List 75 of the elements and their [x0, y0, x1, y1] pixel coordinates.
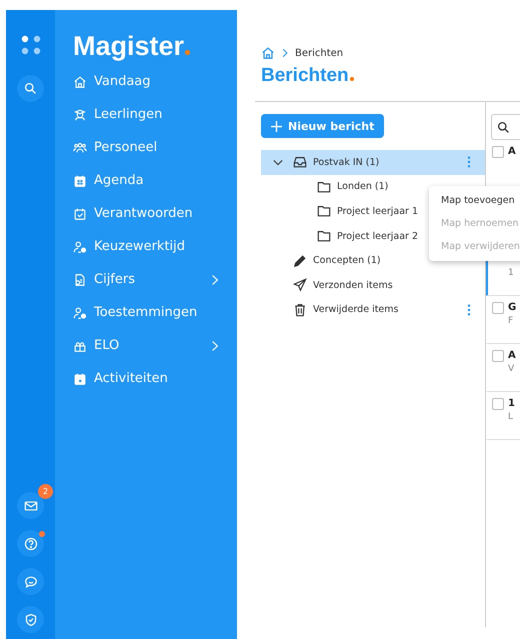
checkbox[interactable] — [492, 302, 504, 314]
search-button[interactable] — [17, 75, 44, 102]
folder-label: Londen (1) — [337, 181, 388, 192]
checkbox[interactable] — [492, 398, 504, 410]
search-field[interactable] — [491, 114, 520, 140]
nav-label: Leerlingen — [94, 107, 162, 122]
page-title: Berichten — [261, 65, 354, 87]
search-icon — [24, 82, 37, 95]
message-row[interactable]: G F — [486, 296, 520, 344]
folder-label: Verzonden items — [313, 280, 393, 291]
checkbox[interactable] — [492, 146, 504, 158]
folder-icon — [317, 229, 331, 244]
home-icon[interactable] — [261, 46, 275, 60]
calendar-check-icon — [73, 206, 87, 220]
people-icon — [73, 140, 87, 154]
folder-label: Project leerjaar 1 — [337, 206, 418, 217]
home-icon — [73, 74, 87, 88]
folder-label: Project leerjaar 2 — [337, 230, 418, 242]
nav-label: Agenda — [94, 173, 144, 188]
message-row[interactable]: 1 L — [486, 392, 520, 440]
chevron-right-icon — [211, 274, 219, 286]
notification-badge: 2 — [38, 484, 53, 499]
calendar-icon — [73, 372, 87, 386]
chevron-down-icon[interactable] — [273, 158, 283, 166]
nav-label: Toestemmingen — [94, 305, 198, 320]
nav-label: Cijfers — [94, 272, 135, 287]
folder-icon — [317, 204, 331, 218]
message-title: G — [508, 302, 516, 314]
folder-label: Verwijderde items — [313, 304, 398, 316]
message-preview: L — [508, 412, 514, 422]
nav-label: Verantwoorden — [94, 206, 193, 221]
nav-label: Activiteiten — [94, 371, 168, 386]
paper-plane-icon — [293, 278, 307, 292]
message-title: 1 — [508, 398, 515, 410]
mail-button[interactable] — [17, 492, 44, 519]
message-title: A — [508, 350, 516, 362]
nav-label: Keuzewerktijd — [94, 239, 186, 254]
chevron-right-icon — [282, 48, 288, 58]
more-icon[interactable] — [467, 304, 471, 316]
search-icon — [497, 120, 510, 134]
folder-label: Concepten (1) — [313, 255, 381, 266]
folder-row[interactable]: Postvak IN (1) — [261, 150, 485, 175]
message-row[interactable]: A V — [486, 344, 520, 392]
folder-row[interactable]: Verwijderde items — [261, 298, 485, 322]
plus-icon — [271, 120, 282, 132]
student-icon — [73, 108, 87, 122]
nav-label: ELO — [94, 338, 120, 353]
nav-label: Vandaag — [94, 74, 151, 89]
inbox-icon — [293, 155, 307, 170]
pencil-icon — [293, 254, 307, 268]
nav-label: Personeel — [94, 140, 158, 155]
document-icon — [73, 272, 87, 286]
trash-icon — [293, 302, 307, 317]
shield-button[interactable] — [17, 606, 44, 633]
message-preview: V — [508, 364, 516, 374]
folder-icon — [317, 180, 331, 194]
folder-row[interactable]: Verzonden items — [261, 272, 485, 298]
logo: Magister — [73, 30, 190, 62]
chevron-right-icon — [211, 340, 219, 352]
more-icon[interactable] — [467, 156, 471, 168]
folder-label: Postvak IN (1) — [313, 156, 380, 168]
envelope-icon — [24, 498, 38, 512]
shield-check-icon — [24, 612, 38, 626]
checkbox[interactable] — [492, 350, 504, 362]
chat-button[interactable] — [17, 568, 44, 595]
message-preview: F — [508, 316, 514, 326]
calendar-icon — [73, 174, 87, 188]
help-button[interactable] — [17, 530, 44, 557]
chat-bubble-icon — [24, 574, 38, 588]
breadcrumb-item[interactable]: Berichten — [295, 48, 344, 58]
apps-icon[interactable] — [20, 34, 42, 56]
message-title: A — [508, 146, 516, 158]
message-preview: 1 — [508, 268, 514, 278]
menu-item[interactable]: Map toevoegen — [429, 189, 520, 212]
question-icon — [24, 536, 38, 550]
